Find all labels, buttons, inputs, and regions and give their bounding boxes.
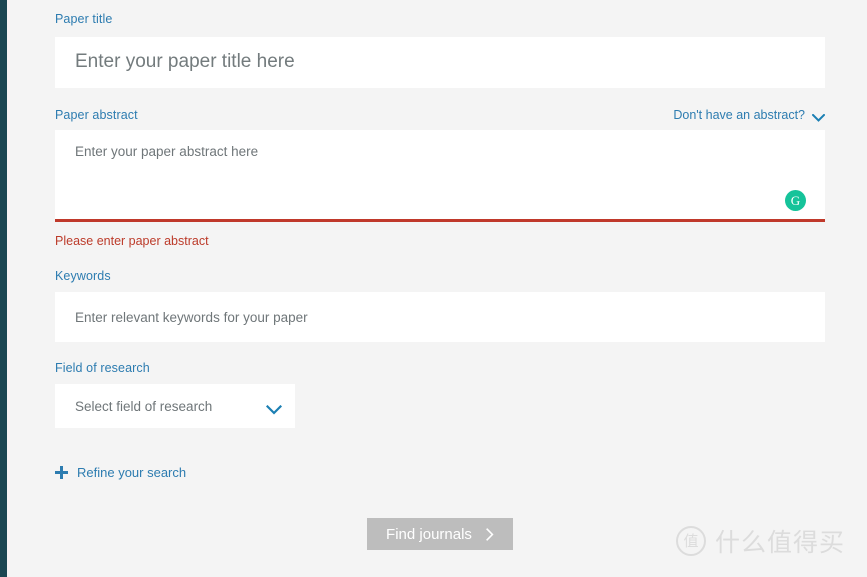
field-of-research-label: Field of research: [55, 361, 150, 375]
keywords-label: Keywords: [55, 269, 111, 283]
refine-your-search-link[interactable]: Refine your search: [55, 465, 186, 480]
plus-icon: [55, 466, 68, 479]
watermark-text: 什么值得买: [714, 529, 845, 557]
no-abstract-label: Don't have an abstract?: [673, 108, 805, 122]
paper-abstract-label-row: Paper abstract Don't have an abstract?: [55, 107, 826, 122]
journal-finder-form-page: Paper title Enter your paper title here …: [0, 0, 867, 577]
no-abstract-toggle[interactable]: Don't have an abstract?: [673, 108, 826, 122]
watermark: 值 什么值得买: [675, 523, 845, 559]
paper-abstract-textarea[interactable]: Enter your paper abstract here G: [55, 130, 825, 222]
chevron-right-icon: [486, 528, 494, 541]
keywords-input[interactable]: Enter relevant keywords for your paper: [55, 292, 825, 342]
paper-title-label: Paper title: [55, 12, 113, 26]
paper-title-placeholder: Enter your paper title here: [75, 51, 295, 72]
refine-your-search-label: Refine your search: [77, 465, 187, 480]
paper-abstract-label: Paper abstract: [55, 107, 138, 122]
paper-abstract-placeholder: Enter your paper abstract here: [75, 144, 259, 159]
paper-abstract-error: Please enter paper abstract: [55, 234, 209, 248]
paper-title-input[interactable]: Enter your paper title here: [55, 36, 825, 88]
grammarly-icon[interactable]: G: [785, 190, 806, 211]
field-of-research-value: Select field of research: [75, 398, 213, 414]
find-journals-label: Find journals: [386, 525, 472, 543]
field-of-research-select[interactable]: Select field of research: [55, 384, 295, 428]
watermark-logo-icon: 值: [675, 526, 706, 556]
left-accent-rail: [0, 0, 7, 577]
chevron-down-icon: [265, 402, 283, 415]
paper-title-field-group: Paper title Enter your paper title here: [55, 13, 825, 88]
chevron-down-icon: [811, 111, 826, 122]
find-journals-button[interactable]: Find journals: [367, 518, 513, 550]
keywords-placeholder: Enter relevant keywords for your paper: [75, 309, 308, 325]
